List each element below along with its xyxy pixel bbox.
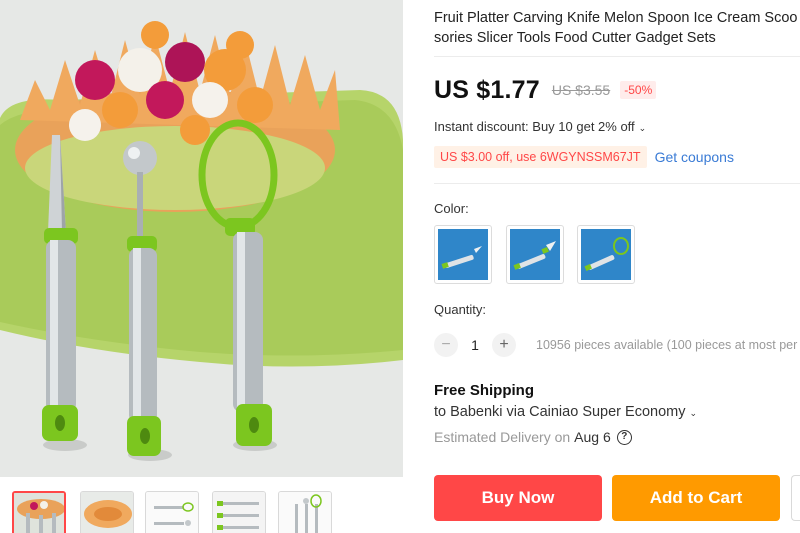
add-to-cart-button[interactable]: Add to Cart [612, 475, 780, 521]
question-circle-icon[interactable]: ? [616, 429, 632, 445]
buy-now-button[interactable]: Buy Now [434, 475, 602, 521]
price-row: US $1.77 US $3.55 -50% [434, 74, 657, 106]
color-option-carver[interactable] [506, 225, 564, 284]
discount-badge: -50% [620, 81, 657, 99]
chevron-down-icon: ⌄ [689, 408, 698, 418]
color-option-knife[interactable] [434, 225, 492, 284]
shipping-title: Free Shipping [434, 382, 535, 399]
get-coupons-link[interactable]: Get coupons [655, 149, 734, 165]
coupon-row: US $3.00 off, use 6WGYNSSM67JT Get coupo… [434, 145, 734, 169]
color-option-ring[interactable] [577, 225, 635, 284]
thumbnail-4[interactable] [212, 491, 266, 533]
product-title-line-1: Fruit Platter Carving Knife Melon Spoon … [434, 10, 798, 26]
chevron-down-icon: ⌄ [638, 123, 647, 133]
quantity-decrease-button[interactable]: − [434, 333, 458, 357]
estimated-delivery-label: Estimated Delivery on [434, 429, 571, 445]
shipping-destination-text: to Babenki via Cainiao Super Economy [434, 404, 686, 420]
product-info-panel: Fruit Platter Carving Knife Melon Spoon … [434, 0, 800, 533]
shipping-destination[interactable]: to Babenki via Cainiao Super Economy ⌄ [434, 404, 697, 420]
estimated-delivery: Estimated Delivery on Aug 6 ? [434, 429, 632, 445]
thumbnail-2[interactable] [80, 491, 134, 533]
estimated-delivery-date: Aug 6 [574, 429, 611, 445]
thumbnail-5[interactable] [278, 491, 332, 533]
original-price: US $3.55 [551, 82, 611, 98]
product-title-line-2: sories Slicer Tools Food Cutter Gadget S… [434, 30, 716, 46]
quantity-stepper: − 1 + 10956 pieces available (100 pieces… [434, 331, 800, 359]
quantity-available: 10956 pieces available (100 pieces at mo… [536, 338, 800, 352]
instant-discount-text: Instant discount: Buy 10 get 2% off [434, 119, 635, 134]
divider [434, 183, 800, 184]
thumbnail-1[interactable] [12, 491, 66, 533]
current-price: US $1.77 [434, 75, 540, 104]
product-title: Fruit Platter Carving Knife Melon Spoon … [434, 8, 800, 48]
wishlist-button[interactable] [791, 475, 800, 521]
thumbnail-3[interactable] [145, 491, 199, 533]
quantity-value[interactable]: 1 [458, 337, 492, 353]
main-product-image[interactable] [0, 0, 403, 477]
thumbnail-strip [0, 477, 403, 533]
instant-discount[interactable]: Instant discount: Buy 10 get 2% off ⌄ [434, 119, 646, 134]
coupon-code-tag: US $3.00 off, use 6WGYNSSM67JT [434, 146, 647, 168]
color-label: Color: [434, 201, 469, 216]
quantity-label: Quantity: [434, 302, 487, 317]
divider [434, 56, 800, 57]
quantity-increase-button[interactable]: + [492, 333, 516, 357]
